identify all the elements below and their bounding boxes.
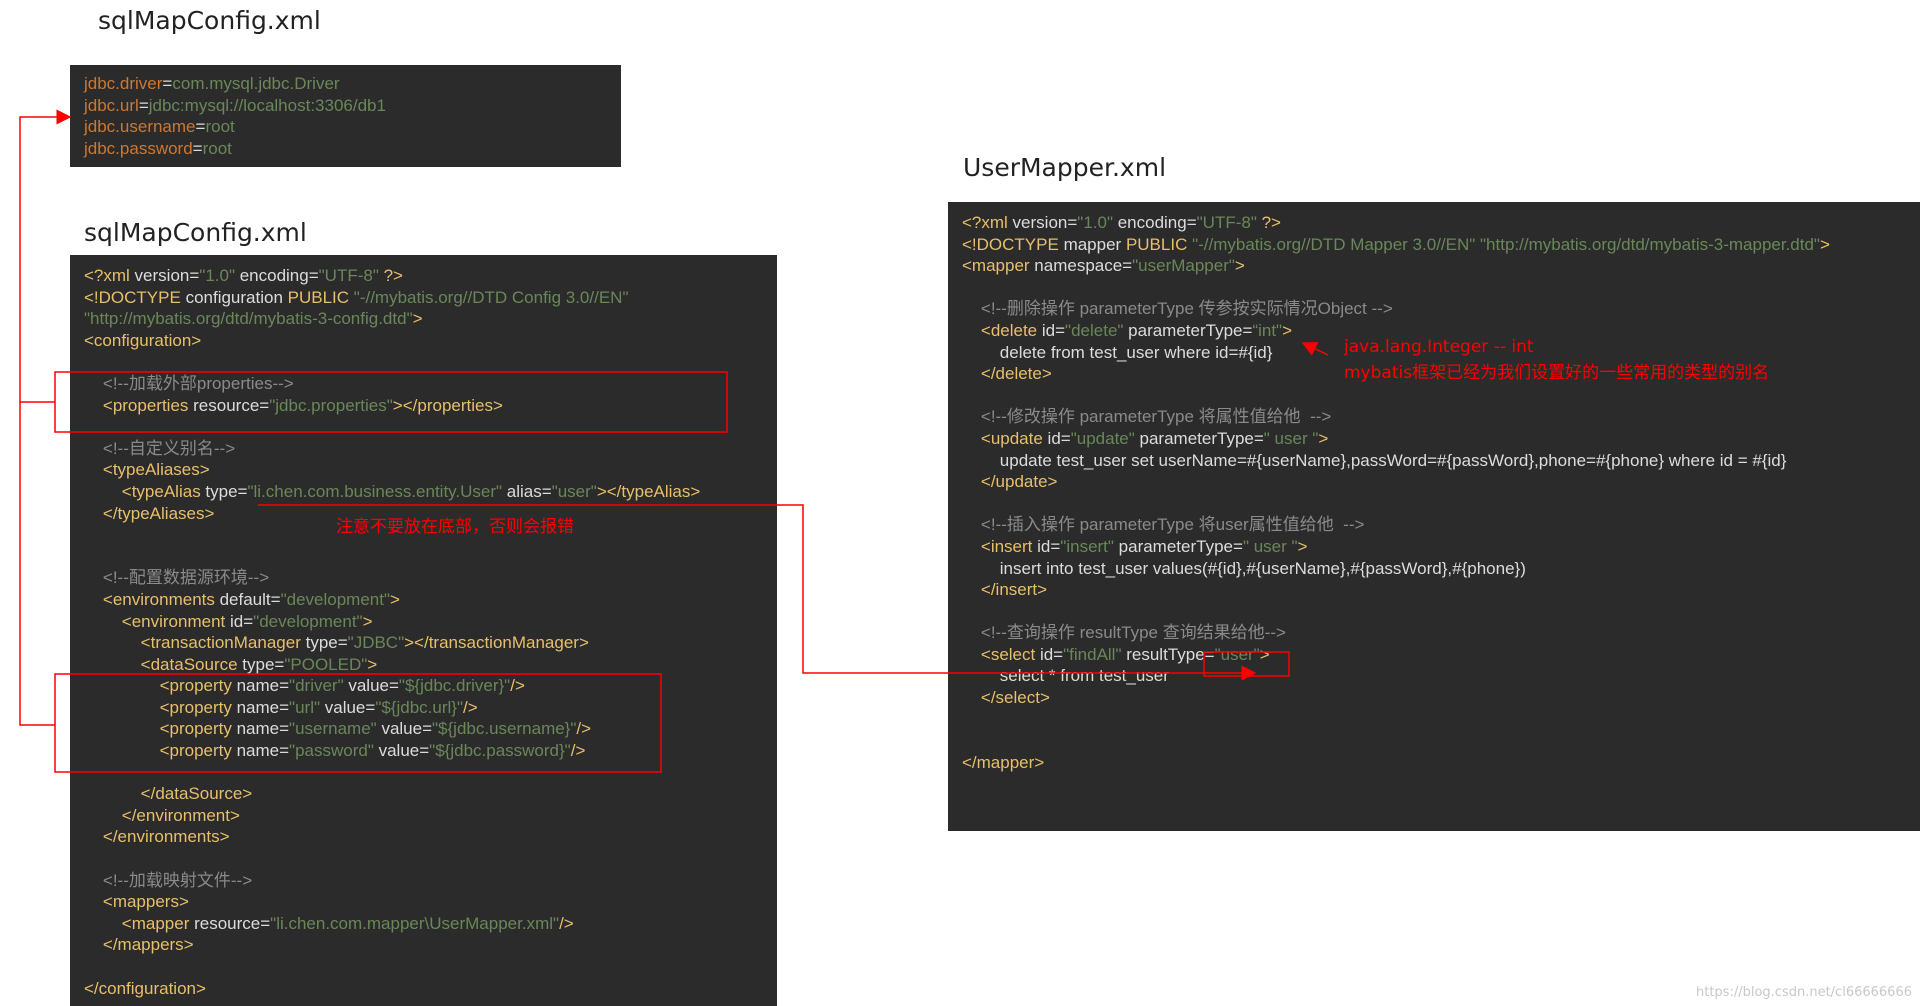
datasource-highlight-box xyxy=(54,673,662,773)
int-note-arrow xyxy=(1301,342,1329,356)
watermark: https://blog.csdn.net/cl66666666 xyxy=(1696,985,1912,1000)
properties-arrow xyxy=(19,109,72,402)
annotation-overlay xyxy=(19,109,1329,773)
alias-connector-arrow xyxy=(258,504,1257,681)
properties-highlight-box xyxy=(54,371,728,433)
properties-connector-line xyxy=(19,401,55,726)
